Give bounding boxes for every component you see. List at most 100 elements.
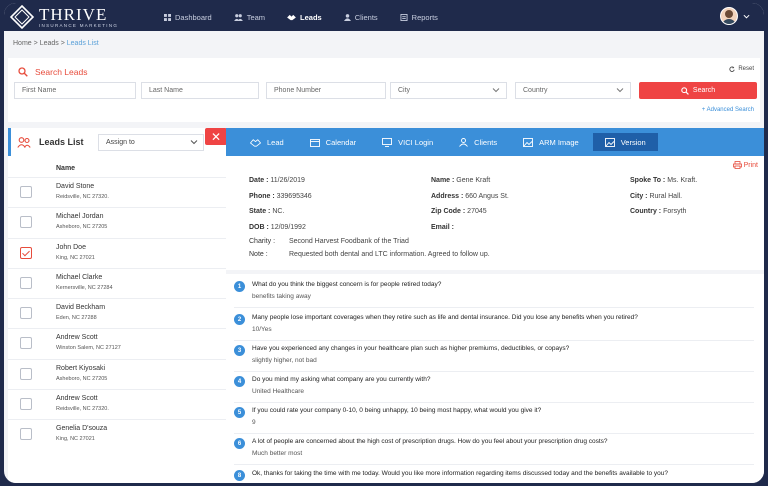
lead-info-col-1: Date : 11/26/2019 Phone : 339695346 Stat… bbox=[249, 173, 312, 235]
row-checkbox[interactable] bbox=[20, 307, 32, 320]
assign-to-select[interactable]: Assign to bbox=[98, 134, 204, 151]
table-row[interactable]: Robert Kiyosaki Asheboro, NC 27205 bbox=[8, 358, 226, 389]
last-name-placeholder: Last Name bbox=[149, 87, 183, 94]
table-row[interactable]: John Doe King, NC 27021 bbox=[8, 237, 226, 268]
tab-lead[interactable]: Lead bbox=[246, 133, 288, 151]
question-answer: United Healthcare bbox=[252, 388, 305, 395]
lead-info-col-2: Name : Gene Kraft Address : 660 Angus St… bbox=[431, 173, 509, 235]
zip-value: 27045 bbox=[467, 208, 487, 215]
tab-calendar-label: Calendar bbox=[325, 137, 357, 147]
nav-reports[interactable]: Reports bbox=[400, 13, 438, 22]
table-row[interactable]: David Stone Reidsville, NC 27320. bbox=[8, 177, 226, 207]
question-number: 5 bbox=[234, 407, 245, 418]
leads-table: David Stone Reidsville, NC 27320. Michael… bbox=[8, 177, 226, 450]
lead-name: Michael Clarke bbox=[56, 273, 103, 281]
nav-leads-label: Leads bbox=[300, 12, 322, 22]
detail-tabs: Lead Calendar VICI Login Clients ARM Ima… bbox=[226, 128, 764, 156]
state-label: State : bbox=[249, 208, 271, 215]
refresh-icon bbox=[729, 66, 735, 72]
table-row[interactable]: Andrew Scott Reidsville, NC 27320. bbox=[8, 389, 226, 419]
assign-to-label: Assign to bbox=[106, 139, 135, 146]
question-number: 1 bbox=[234, 281, 245, 292]
name-column-header[interactable]: Name bbox=[56, 165, 75, 172]
nav-clients[interactable]: Clients bbox=[343, 13, 378, 22]
question-text: Ok, thanks for taking the time with me t… bbox=[252, 470, 668, 477]
reset-label: Reset bbox=[738, 66, 754, 72]
grid-icon bbox=[164, 13, 171, 21]
brand-logo[interactable]: THRIVE INSURANCE MARKETING bbox=[9, 4, 118, 30]
city-select[interactable]: City bbox=[390, 82, 507, 99]
country-select[interactable]: Country bbox=[515, 82, 631, 99]
question-number: 6 bbox=[234, 438, 245, 449]
tab-version-label: Version bbox=[620, 137, 646, 147]
lead-address: Asheboro, NC 27205 bbox=[56, 224, 108, 231]
question-text: What do you think the biggest concern is… bbox=[252, 281, 442, 288]
table-row[interactable]: Michael Jordan Asheboro, NC 27205 bbox=[8, 207, 226, 237]
nav-team[interactable]: Team bbox=[233, 12, 266, 22]
note-label: Note : bbox=[249, 251, 268, 258]
question-text: Have you experienced any changes in your… bbox=[252, 345, 570, 352]
avatar[interactable] bbox=[720, 7, 738, 25]
nav-dashboard-label: Dashboard bbox=[175, 12, 212, 22]
lead-address: King, NC 27021 bbox=[56, 436, 95, 443]
chevron-down-icon[interactable] bbox=[743, 14, 750, 19]
breadcrumb-home[interactable]: Home bbox=[13, 40, 32, 47]
charity-value: Second Harvest Foodbank of the Triad bbox=[289, 238, 409, 245]
row-checkbox[interactable] bbox=[20, 276, 32, 289]
row-checkbox[interactable] bbox=[20, 246, 32, 259]
search-button[interactable]: Search bbox=[639, 82, 757, 99]
monitor-icon bbox=[382, 137, 393, 147]
lead-address: Reidsville, NC 27320. bbox=[56, 406, 109, 413]
advanced-search-link[interactable]: + Advanced Search bbox=[702, 107, 754, 113]
table-row[interactable]: David Beckham Eden, NC 27288 bbox=[8, 298, 226, 328]
first-name-input[interactable]: First Name bbox=[14, 82, 136, 99]
breadcrumb: Home > Leads > Leads List bbox=[13, 40, 99, 47]
question-answer: 9 bbox=[252, 419, 256, 426]
row-checkbox[interactable] bbox=[20, 186, 32, 198]
print-label: Print bbox=[743, 161, 758, 169]
phone-number-input[interactable]: Phone Number bbox=[266, 82, 386, 99]
lead-address: Asheboro, NC 27205 bbox=[56, 375, 108, 382]
question-answer: benefits taking away bbox=[252, 293, 311, 300]
tab-vici-login-label: VICI Login bbox=[398, 137, 434, 147]
lead-name: David Beckham bbox=[56, 304, 106, 312]
nav-dashboard[interactable]: Dashboard bbox=[164, 13, 212, 22]
image-icon bbox=[604, 137, 615, 147]
calendar-icon bbox=[309, 138, 320, 147]
lead-name: Genelia D'souza bbox=[56, 425, 108, 433]
row-checkbox[interactable] bbox=[20, 367, 32, 380]
leads-list-panel: Leads List Assign to Name David Stone Rei… bbox=[8, 128, 226, 483]
lead-detail-panel: Lead Calendar VICI Login Clients ARM Ima… bbox=[226, 128, 764, 483]
close-icon[interactable]: ✕ bbox=[205, 128, 227, 145]
row-checkbox[interactable] bbox=[20, 398, 32, 411]
row-checkbox[interactable] bbox=[20, 337, 32, 350]
nav-team-label: Team bbox=[246, 12, 266, 22]
row-checkbox[interactable] bbox=[20, 428, 32, 441]
table-row[interactable]: Andrew Scott Winston Salem, NC 27127 bbox=[8, 328, 226, 358]
country-label: Country : bbox=[630, 208, 662, 215]
question-item: 5 If you could rate your company 0-10, 0 … bbox=[234, 404, 754, 434]
table-row[interactable]: Genelia D'souza King, NC 27021 bbox=[8, 419, 226, 449]
tab-vici-login[interactable]: VICI Login bbox=[378, 133, 437, 151]
reset-button[interactable]: Reset bbox=[729, 66, 754, 72]
print-button[interactable]: Print bbox=[732, 161, 758, 169]
nav-reports-label: Reports bbox=[411, 12, 438, 22]
logo-diamond-icon bbox=[9, 4, 35, 30]
search-panel: Search Leads Reset First Name Last Name … bbox=[8, 58, 760, 122]
tab-arm-image[interactable]: ARM Image bbox=[519, 133, 583, 151]
tab-calendar[interactable]: Calendar bbox=[306, 133, 360, 151]
dob-label: DOB : bbox=[249, 223, 269, 231]
breadcrumb-leads[interactable]: Leads bbox=[40, 40, 59, 47]
question-item: 8 Ok, thanks for taking the time with me … bbox=[234, 467, 754, 483]
last-name-input[interactable]: Last Name bbox=[141, 82, 259, 99]
tab-clients[interactable]: Clients bbox=[455, 133, 501, 151]
spoke-to-label: Spoke To : bbox=[630, 177, 666, 184]
table-row[interactable]: Michael Clarke Kernersville, NC 27284 bbox=[8, 267, 226, 298]
tab-version[interactable]: Version bbox=[592, 133, 658, 151]
row-checkbox[interactable] bbox=[20, 216, 32, 229]
zip-label: Zip Code : bbox=[431, 208, 466, 215]
question-text: If you could rate your company 0-10, 0 b… bbox=[252, 407, 542, 414]
nav-leads[interactable]: Leads bbox=[287, 13, 322, 22]
user-menu[interactable] bbox=[720, 7, 750, 25]
lead-name: Andrew Scott bbox=[56, 334, 98, 342]
